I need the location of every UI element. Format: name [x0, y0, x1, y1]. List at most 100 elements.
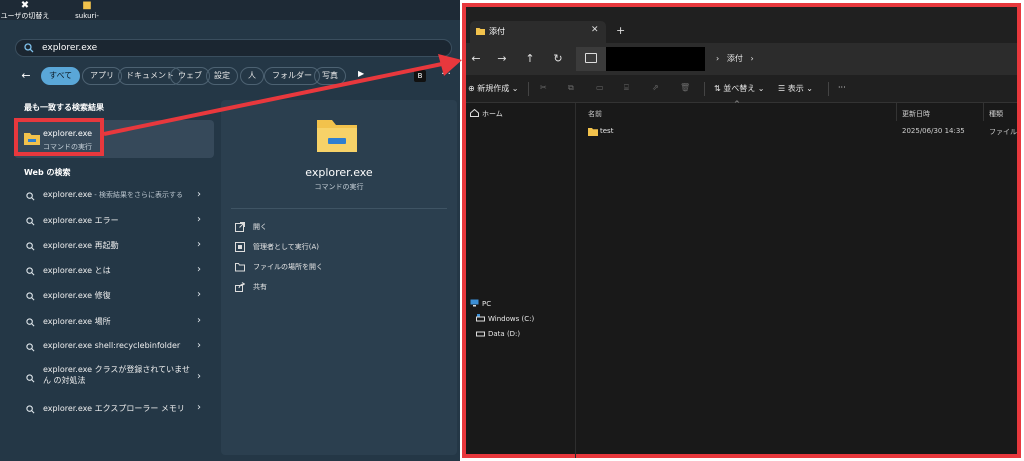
- search-icon: [26, 217, 35, 226]
- back-arrow-icon[interactable]: ←: [18, 68, 34, 84]
- chevron-right-icon: ›: [197, 340, 201, 351]
- folder-icon: ■: [82, 0, 92, 11]
- web-result-text: explorer.exe 場所: [43, 317, 111, 326]
- web-result-item[interactable]: explorer.exe 場所 ›: [14, 313, 214, 333]
- more-options-button[interactable]: ···: [436, 67, 456, 85]
- paste-icon[interactable]: ▭: [596, 83, 604, 92]
- column-header-type[interactable]: 種類: [989, 109, 1003, 119]
- new-button[interactable]: ⊕ 新規作成 ⌄: [468, 83, 519, 94]
- address-bar-pc[interactable]: [576, 47, 606, 71]
- filter-all[interactable]: すべて: [41, 67, 81, 85]
- web-result-text: explorer.exe - 検索結果をさらに表示する: [43, 190, 195, 200]
- admin-shield-icon: [235, 242, 245, 252]
- share-icon: [235, 282, 245, 292]
- share-icon[interactable]: ⇗: [652, 83, 659, 92]
- refresh-icon[interactable]: ↻: [550, 51, 566, 67]
- filter-web[interactable]: ウェブ: [170, 67, 210, 85]
- web-result-item[interactable]: explorer.exe クラスが登録されていません の対処法 ›: [14, 364, 214, 394]
- tab-attachments[interactable]: 添付 ✕: [470, 21, 606, 43]
- annotation-highlight-box: [14, 118, 104, 156]
- search-input[interactable]: [42, 41, 442, 55]
- nav-item-label: PC: [482, 300, 492, 308]
- column-divider[interactable]: [983, 103, 984, 121]
- command-bar: ⊕ 新規作成 ⌄ ✂ ⧉ ▭ ⌸ ⇗ 🗑 ⇅ 並べ替え ⌄ ☰ 表示 ⌄ ···: [466, 75, 1017, 103]
- web-result-item[interactable]: explorer.exe エラー ›: [14, 212, 214, 232]
- web-result-text: explorer.exe shell:recyclebinfolder: [43, 341, 181, 350]
- toolbar-divider: [704, 82, 705, 96]
- action-share[interactable]: 共有: [235, 280, 435, 296]
- web-result-text: explorer.exe エラー: [43, 216, 119, 225]
- filter-settings[interactable]: 設定: [206, 67, 238, 85]
- windows-drive-icon: [476, 314, 485, 322]
- search-icon: [26, 343, 35, 352]
- detail-subtitle: コマンドの実行: [314, 183, 364, 191]
- rename-icon[interactable]: ⌸: [624, 83, 629, 93]
- chevron-right-icon: ›: [197, 402, 201, 413]
- folder-open-icon: [235, 263, 245, 272]
- web-result-suffix: - 検索結果をさらに表示する: [92, 191, 184, 199]
- sort-button[interactable]: ⇅ 並べ替え ⌄: [714, 83, 765, 94]
- search-icon: [26, 405, 35, 414]
- web-result-item[interactable]: explorer.exe とは ›: [14, 262, 214, 282]
- search-panel: ← すべて アプリ ドキュメント ウェブ 設定 人 フォルダー 写真 ▶ B ·…: [0, 20, 460, 461]
- action-label: ファイルの場所を開く: [253, 263, 323, 271]
- column-header-modified[interactable]: 更新日時: [902, 109, 930, 119]
- web-result-item[interactable]: explorer.exe 再起動 ›: [14, 237, 214, 257]
- close-icon[interactable]: ✕: [591, 25, 599, 35]
- file-explorer-window: 添付 ✕ + ← → ↑ ↻ › 添付 › ⊕ 新規作成 ⌄ ✂ ⧉ ▭ ⌸ ⇗…: [462, 3, 1021, 458]
- web-result-item[interactable]: explorer.exe 修復 ›: [14, 287, 214, 307]
- search-icon: [26, 318, 35, 327]
- toolbar-divider: [828, 82, 829, 96]
- action-run-as-admin[interactable]: 管理者として実行(A): [235, 240, 435, 256]
- view-button[interactable]: ☰ 表示 ⌄: [778, 83, 813, 94]
- filter-folders[interactable]: フォルダー: [264, 67, 320, 85]
- web-result-text: explorer.exe 修復: [43, 291, 111, 300]
- detail-divider: [231, 208, 447, 209]
- filter-photos[interactable]: 写真: [314, 67, 346, 85]
- filter-people[interactable]: 人: [240, 67, 264, 85]
- filter-apps[interactable]: アプリ: [82, 67, 122, 85]
- web-result-item[interactable]: explorer.exe shell:recyclebinfolder ›: [14, 338, 214, 358]
- open-icon: [235, 222, 245, 232]
- action-label: 管理者として実行(A): [253, 243, 320, 251]
- action-open-file-location[interactable]: ファイルの場所を開く: [235, 260, 435, 276]
- delete-icon[interactable]: 🗑: [680, 83, 690, 92]
- new-tab-icon[interactable]: +: [616, 24, 625, 37]
- search-box[interactable]: [15, 39, 452, 57]
- column-divider[interactable]: [896, 103, 897, 121]
- navigation-pane: ホーム PC Windows (C:) Data (D:): [466, 103, 576, 458]
- nav-item-pc[interactable]: PC: [470, 299, 491, 308]
- search-icon: [24, 43, 34, 53]
- play-icon[interactable]: ▶: [358, 69, 364, 78]
- nav-item-drive-d[interactable]: Data (D:): [476, 329, 520, 338]
- navigation-bar: ← → ↑ ↻ › 添付 ›: [466, 43, 1017, 75]
- nav-item-home[interactable]: ホーム: [470, 109, 503, 119]
- desktop-icon-user-switch[interactable]: ✖ ユーザの切替え: [0, 0, 50, 22]
- file-modified: 2025/06/30 14:35: [902, 127, 965, 135]
- search-icon: [26, 192, 35, 201]
- file-row[interactable]: test 2025/06/30 14:35 ファイル フォルダー: [576, 125, 1017, 139]
- action-open[interactable]: 開く: [235, 220, 435, 236]
- toolbar-divider: [528, 82, 529, 96]
- up-arrow-icon[interactable]: ↑: [522, 51, 538, 67]
- detail-pane: explorer.exe コマンドの実行 開く 管理者として実行(A) ファイル…: [221, 100, 457, 455]
- view-button-label: 表示: [787, 84, 804, 93]
- nav-item-label: Windows (C:): [488, 315, 535, 323]
- folder-icon: [476, 28, 485, 35]
- user-switch-icon: ✖: [20, 0, 30, 11]
- detail-title: explorer.exe: [305, 166, 373, 179]
- desktop-icon-sukuri[interactable]: ■ sukuri-: [62, 0, 112, 22]
- forward-arrow-icon[interactable]: →: [494, 51, 510, 67]
- web-result-item[interactable]: explorer.exe エクスプローラー メモリ ›: [14, 400, 214, 420]
- cut-icon[interactable]: ✂: [540, 83, 547, 92]
- action-label: 開く: [253, 223, 267, 231]
- breadcrumb[interactable]: › 添付 ›: [716, 53, 754, 64]
- web-result-text: explorer.exe クラスが登録されていません の対処法: [43, 365, 190, 385]
- copy-icon[interactable]: ⧉: [568, 83, 574, 93]
- more-options-button[interactable]: ···: [838, 83, 846, 92]
- column-header-name[interactable]: 名前: [588, 109, 602, 119]
- web-result-item[interactable]: explorer.exe - 検索結果をさらに表示する ›: [14, 187, 214, 207]
- nav-item-drive-c[interactable]: Windows (C:): [476, 314, 534, 323]
- profile-badge[interactable]: B: [414, 70, 426, 82]
- back-arrow-icon[interactable]: ←: [468, 51, 484, 67]
